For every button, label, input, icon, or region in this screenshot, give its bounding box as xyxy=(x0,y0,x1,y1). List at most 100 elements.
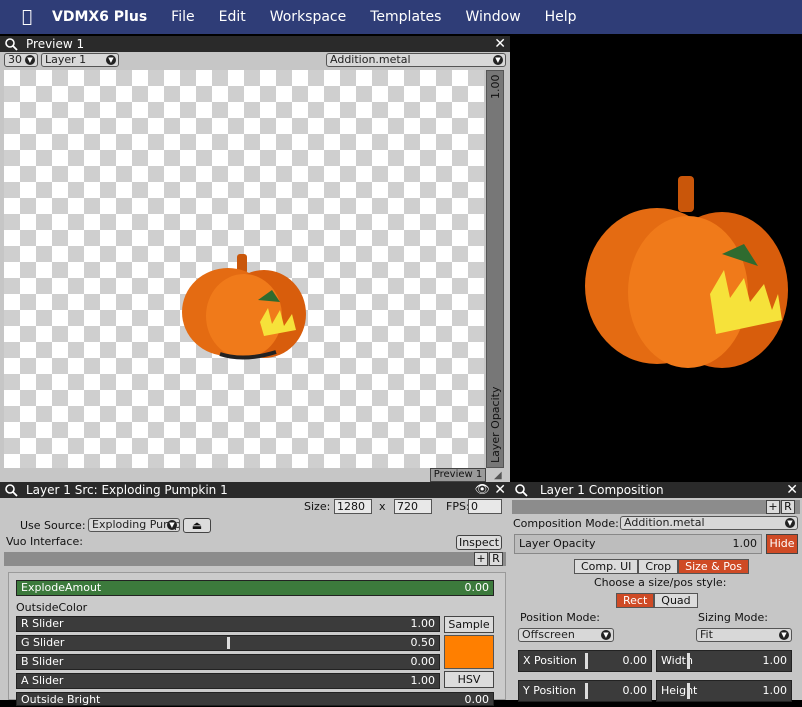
sample-button[interactable]: Sample xyxy=(444,616,494,633)
source-panel: Layer 1 Src: Exploding Pumpkin 1 👁 ✕ Siz… xyxy=(0,482,510,706)
source-title: Layer 1 Src: Exploding Pumpkin 1 xyxy=(26,483,228,497)
menu-workspace[interactable]: Workspace xyxy=(258,9,359,25)
close-icon[interactable]: ✕ xyxy=(786,482,798,498)
vuo-interface-label: Vuo Interface: xyxy=(6,535,83,548)
chevron-down-icon: ▼ xyxy=(106,55,116,65)
menu-file[interactable]: File xyxy=(159,9,206,25)
comp-opacity-value: 1.00 xyxy=(732,537,758,550)
color-swatch[interactable] xyxy=(444,635,494,669)
pumpkin-output-image xyxy=(585,176,788,368)
x-position-label: X Position xyxy=(523,654,577,667)
menu-bar:  VDMX6 Plus File Edit Workspace Templat… xyxy=(0,0,802,34)
outside-bright-slider[interactable]: Outside Bright 0.00 xyxy=(16,692,494,706)
g-slider-thumb[interactable] xyxy=(227,637,230,649)
chevron-down-icon: ▼ xyxy=(493,55,503,65)
layer-select[interactable]: Layer 1 ▼ xyxy=(41,53,119,67)
r-slider[interactable]: R Slider 1.00 xyxy=(16,616,440,632)
position-mode-label: Position Mode: xyxy=(520,611,601,624)
height-thumb[interactable] xyxy=(687,683,690,699)
opacity-value: 1.00 xyxy=(489,74,502,100)
tab-crop[interactable]: Crop xyxy=(638,559,679,574)
tab-preview-1[interactable]: Preview 1 xyxy=(430,468,486,482)
close-icon[interactable]: ✕ xyxy=(494,36,506,52)
apple-icon[interactable]:  xyxy=(10,7,44,27)
add-button[interactable]: + xyxy=(474,552,488,566)
opacity-label: Layer Opacity xyxy=(489,386,502,463)
fps-select-value: 30 xyxy=(8,53,22,66)
sizing-mode-value: Fit xyxy=(700,628,713,641)
search-icon[interactable] xyxy=(514,483,528,497)
outside-color-label: OutsideColor xyxy=(16,601,88,614)
width-value: 1.00 xyxy=(762,654,788,667)
menu-window[interactable]: Window xyxy=(453,9,532,25)
g-slider-label: G Slider xyxy=(21,636,65,649)
blend-select-value: Addition.metal xyxy=(330,53,411,66)
layer-opacity-slider[interactable]: 1.00 Layer Opacity xyxy=(486,70,504,468)
chevron-down-icon: ▼ xyxy=(167,520,177,530)
g-slider-value: 0.50 xyxy=(410,636,436,649)
fps-select[interactable]: 30 ▼ xyxy=(4,53,38,67)
composition-titlebar: Layer 1 Composition ✕ xyxy=(510,482,802,498)
tab-size-pos[interactable]: Size & Pos xyxy=(678,559,749,574)
x-position-thumb[interactable] xyxy=(585,653,588,669)
width-slider[interactable]: Width 1.00 xyxy=(656,650,792,672)
hide-button[interactable]: Hide xyxy=(766,534,798,554)
composition-mode-select[interactable]: Addition.metal ▼ xyxy=(620,516,798,530)
tab-comp-ui[interactable]: Comp. UI xyxy=(574,559,639,574)
y-position-value: 0.00 xyxy=(622,684,648,697)
y-position-thumb[interactable] xyxy=(585,683,588,699)
fps-field[interactable]: 0 xyxy=(468,499,502,514)
b-slider[interactable]: B Slider 0.00 xyxy=(16,654,440,670)
height-slider[interactable]: Height 1.00 xyxy=(656,680,792,702)
chevron-down-icon: ▼ xyxy=(785,518,795,528)
position-mode-select[interactable]: Offscreen ▼ xyxy=(518,628,614,642)
size-label: Size: xyxy=(304,500,331,513)
menu-edit[interactable]: Edit xyxy=(207,9,258,25)
style-rect[interactable]: Rect xyxy=(616,593,655,608)
menu-templates[interactable]: Templates xyxy=(358,9,453,25)
comp-add-button[interactable]: + xyxy=(766,500,780,514)
x-label: x xyxy=(379,500,386,513)
b-slider-value: 0.00 xyxy=(410,655,436,668)
eject-button[interactable]: ⏏ xyxy=(183,518,211,533)
chevron-down-icon: ▼ xyxy=(601,630,611,640)
y-position-slider[interactable]: Y Position 0.00 xyxy=(518,680,652,702)
width-field[interactable]: 1280 xyxy=(334,499,372,514)
x-position-slider[interactable]: X Position 0.00 xyxy=(518,650,652,672)
hsv-button[interactable]: HSV xyxy=(444,671,494,688)
search-icon[interactable] xyxy=(4,37,18,51)
g-slider[interactable]: G Slider 0.50 xyxy=(16,635,440,651)
comp-layer-opacity-slider[interactable]: Layer Opacity 1.00 xyxy=(514,534,762,554)
comp-reset-button[interactable]: R xyxy=(781,500,795,514)
menu-help[interactable]: Help xyxy=(533,9,589,25)
eject-icon: ⏏ xyxy=(191,519,203,532)
style-quad[interactable]: Quad xyxy=(654,593,698,608)
source-titlebar: Layer 1 Src: Exploding Pumpkin 1 👁 ✕ xyxy=(0,482,510,498)
x-position-value: 0.00 xyxy=(622,654,648,667)
use-source-select[interactable]: Exploding Pump ▼ xyxy=(88,518,180,532)
composition-mode-value: Addition.metal xyxy=(624,516,705,529)
width-thumb[interactable] xyxy=(687,653,690,669)
r-slider-label: R Slider xyxy=(21,617,64,630)
blend-select[interactable]: Addition.metal ▼ xyxy=(326,53,506,67)
preview-canvas[interactable] xyxy=(4,70,484,468)
eye-icon[interactable]: 👁 xyxy=(475,482,490,496)
height-field[interactable]: 720 xyxy=(394,499,432,514)
search-icon[interactable] xyxy=(4,483,18,497)
inspect-button[interactable]: Inspect xyxy=(456,535,502,550)
composition-toolbar-strip xyxy=(512,500,800,514)
close-icon[interactable]: ✕ xyxy=(494,482,506,498)
outside-bright-value: 0.00 xyxy=(464,693,490,706)
height-value: 1.00 xyxy=(762,684,788,697)
explode-amount-slider[interactable]: ExplodeAmout 0.00 xyxy=(16,580,494,596)
sizing-mode-select[interactable]: Fit ▼ xyxy=(696,628,792,642)
composition-panel: Layer 1 Composition ✕ + R Composition Mo… xyxy=(510,482,802,702)
resize-icon[interactable]: ◢ xyxy=(494,470,502,481)
chevron-down-icon: ▼ xyxy=(25,55,35,65)
output-view xyxy=(512,36,802,482)
a-slider[interactable]: A Slider 1.00 xyxy=(16,673,440,689)
reset-button[interactable]: R xyxy=(489,552,503,566)
menu-app-name[interactable]: VDMX6 Plus xyxy=(44,9,159,25)
height-label: Height xyxy=(661,684,698,697)
preview-title: Preview 1 xyxy=(26,37,85,51)
